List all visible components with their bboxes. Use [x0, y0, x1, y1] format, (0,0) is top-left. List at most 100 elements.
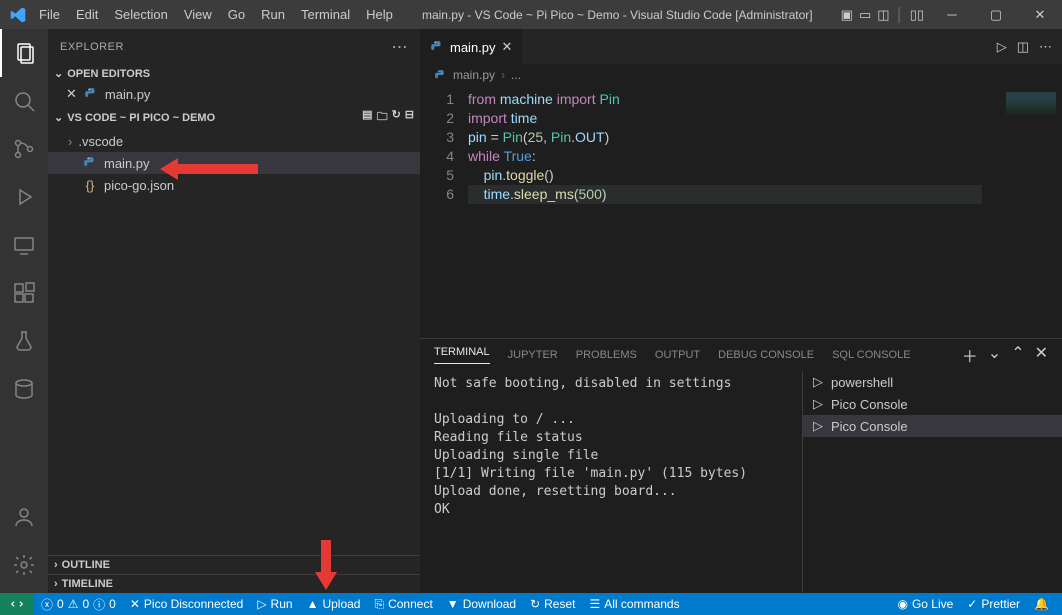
minimap[interactable]	[982, 86, 1062, 338]
terminal-list: ▷powershell ▷Pico Console ▷Pico Console	[802, 371, 1062, 593]
activity-explorer-icon[interactable]	[0, 29, 48, 77]
activity-database-icon[interactable]	[0, 365, 48, 413]
split-editor-icon[interactable]: ◫	[1017, 39, 1029, 55]
activity-remote-icon[interactable]	[0, 221, 48, 269]
panel-tab-output[interactable]: OUTPUT	[655, 349, 700, 361]
activity-debug-icon[interactable]	[0, 173, 48, 221]
terminal-item-pico2[interactable]: ▷Pico Console	[803, 415, 1062, 437]
menu-terminal[interactable]: Terminal	[294, 3, 357, 26]
toggle-panel-icon[interactable]: ▭	[859, 7, 871, 23]
terminal-item-powershell[interactable]: ▷powershell	[803, 371, 1062, 393]
python-file-icon	[82, 156, 98, 170]
customize-layout-icon[interactable]: ▯▯	[910, 7, 924, 23]
panel: TERMINAL JUPYTER PROBLEMS OUTPUT DEBUG C…	[420, 338, 1062, 593]
new-terminal-icon[interactable]: ＋	[962, 343, 978, 367]
terminal-dropdown-icon[interactable]: ⌄	[988, 343, 1001, 367]
open-editors-label: OPEN EDITORS	[67, 68, 150, 80]
collapse-all-icon[interactable]: ⊟	[405, 108, 414, 127]
chevron-right-icon: ›	[54, 578, 58, 590]
status-golive[interactable]: ◉Go Live	[890, 597, 960, 611]
status-run[interactable]: ▷Run	[250, 597, 299, 611]
terminal-output[interactable]: Not safe booting, disabled in settings U…	[420, 371, 802, 593]
activity-scm-icon[interactable]	[0, 125, 48, 173]
activity-bar	[0, 29, 48, 593]
titlebar: File Edit Selection View Go Run Terminal…	[0, 0, 1062, 29]
panel-tab-terminal[interactable]: TERMINAL	[434, 346, 490, 364]
python-file-icon	[430, 40, 444, 54]
upload-icon: ▲	[307, 597, 319, 611]
more-actions-icon[interactable]: ⋯	[1039, 39, 1052, 55]
activity-extensions-icon[interactable]	[0, 269, 48, 317]
layout-controls: ▣ ▭ ◫ │ ▯▯	[835, 7, 930, 23]
broadcast-icon: ◉	[897, 597, 907, 611]
status-prettier[interactable]: ✓Prettier	[960, 597, 1027, 611]
window-close-icon[interactable]: ✕	[1018, 0, 1062, 29]
open-editors-section[interactable]: ⌄ OPEN EDITORS	[48, 64, 420, 83]
close-icon[interactable]: ✕	[66, 86, 77, 102]
code-editor[interactable]: 123456 from machine import Pin import ti…	[420, 86, 1062, 338]
open-editor-item[interactable]: ✕ main.py	[48, 83, 420, 105]
tab-label: main.py	[450, 40, 496, 55]
close-panel-icon[interactable]: ✕	[1035, 343, 1048, 367]
panel-tab-debug[interactable]: DEBUG CONSOLE	[718, 349, 814, 361]
menu-go[interactable]: Go	[221, 3, 252, 26]
menu-file[interactable]: File	[32, 3, 67, 26]
workspace-label: VS CODE ~ PI PICO ~ DEMO	[67, 112, 215, 124]
window-minimize-icon[interactable]: ─	[930, 0, 974, 29]
remote-indicator[interactable]	[0, 593, 34, 615]
panel-tab-problems[interactable]: PROBLEMS	[576, 349, 637, 361]
outline-label: OUTLINE	[62, 559, 110, 571]
workspace-section[interactable]: ⌄ VS CODE ~ PI PICO ~ DEMO ▤ 🗀 ↻ ⊟	[48, 105, 420, 130]
activity-settings-icon[interactable]	[0, 541, 48, 589]
tree-file-main[interactable]: main.py	[48, 152, 420, 174]
status-bell[interactable]: 🔔	[1027, 597, 1056, 611]
outline-section[interactable]: › OUTLINE	[48, 555, 420, 574]
menu-help[interactable]: Help	[359, 3, 400, 26]
status-reset[interactable]: ↻Reset	[523, 597, 582, 611]
panel-tab-jupyter[interactable]: JUPYTER	[508, 349, 558, 361]
terminal-item-pico1[interactable]: ▷Pico Console	[803, 393, 1062, 415]
refresh-icon[interactable]: ↻	[392, 108, 401, 127]
tree-folder-vscode[interactable]: › .vscode	[48, 130, 420, 152]
chevron-right-icon: ›	[54, 559, 58, 571]
status-download[interactable]: ▼Download	[440, 597, 523, 611]
toggle-primary-sidebar-icon[interactable]: ▣	[841, 7, 853, 23]
panel-tabs: TERMINAL JUPYTER PROBLEMS OUTPUT DEBUG C…	[420, 339, 1062, 371]
menu-selection[interactable]: Selection	[107, 3, 174, 26]
editor-tab-main[interactable]: main.py ✕	[420, 29, 523, 64]
status-connect[interactable]: ⎘Connect	[367, 597, 439, 612]
breadcrumb[interactable]: main.py › ...	[420, 64, 1062, 86]
chevron-down-icon: ⌄	[54, 67, 63, 80]
activity-search-icon[interactable]	[0, 77, 48, 125]
run-file-icon[interactable]: ▷	[997, 39, 1007, 55]
python-file-icon	[83, 87, 99, 101]
panel-tab-sql[interactable]: SQL CONSOLE	[832, 349, 910, 361]
menu-run[interactable]: Run	[254, 3, 292, 26]
line-gutter: 123456	[420, 86, 468, 338]
status-upload[interactable]: ▲Upload	[300, 597, 368, 611]
tree-file-picojson[interactable]: {} pico-go.json	[48, 174, 420, 196]
activity-account-icon[interactable]	[0, 493, 48, 541]
window-maximize-icon[interactable]: ▢	[974, 0, 1018, 29]
explorer-more-icon[interactable]: ⋯	[392, 37, 409, 57]
play-icon: ▷	[257, 597, 266, 611]
status-all-commands[interactable]: ☰All commands	[582, 597, 686, 611]
explorer-title: EXPLORER	[60, 41, 124, 53]
tab-close-icon[interactable]: ✕	[502, 39, 513, 55]
editor-area: main.py ✕ ▷ ◫ ⋯ main.py › ... 123456 fro…	[420, 29, 1062, 593]
new-folder-icon[interactable]: 🗀	[377, 108, 388, 127]
toggle-secondary-sidebar-icon[interactable]: ◫	[877, 7, 889, 23]
activity-testing-icon[interactable]	[0, 317, 48, 365]
menu-view[interactable]: View	[177, 3, 219, 26]
plug-icon: ⎘	[374, 597, 384, 612]
status-pico-disconnected[interactable]: ✕Pico Disconnected	[123, 597, 250, 611]
new-file-icon[interactable]: ▤	[362, 108, 372, 127]
window-title: main.py - VS Code ~ Pi Pico ~ Demo - Vis…	[400, 8, 835, 22]
timeline-label: TIMELINE	[62, 578, 113, 590]
shell-icon: ▷	[813, 374, 823, 390]
chevron-right-icon: ›	[68, 134, 72, 149]
maximize-panel-icon[interactable]: ⌃	[1011, 343, 1024, 367]
timeline-section[interactable]: › TIMELINE	[48, 574, 420, 593]
menu-edit[interactable]: Edit	[69, 3, 105, 26]
status-problems[interactable]: ⓧ0 ⚠0 ⓘ0	[34, 596, 123, 613]
